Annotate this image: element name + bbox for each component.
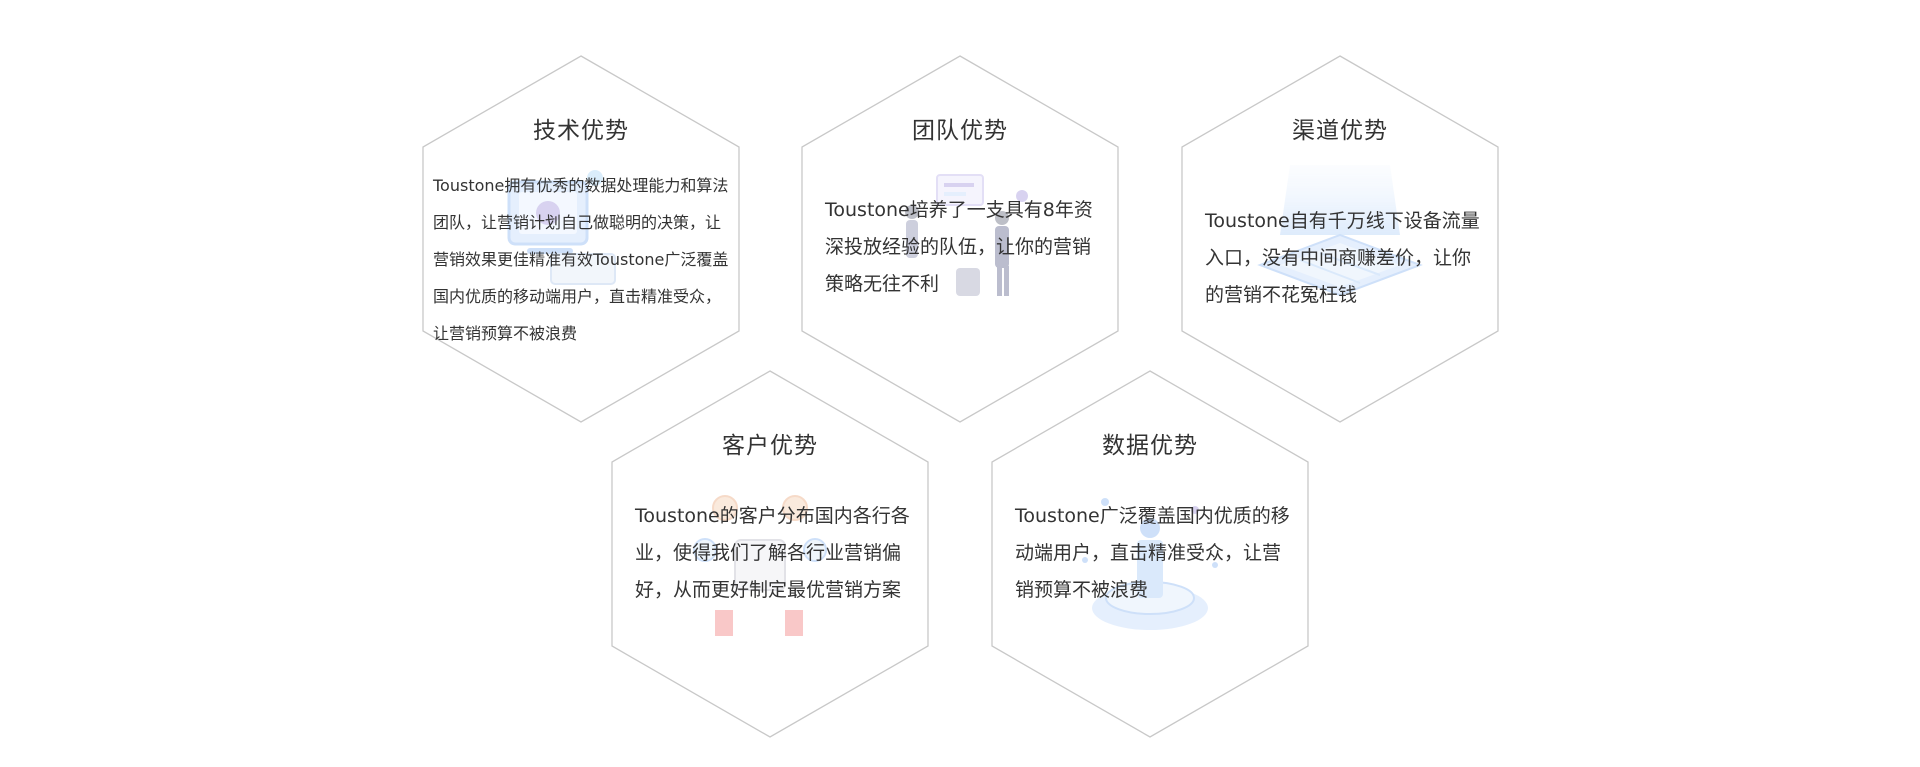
hex-description: Toustone培养了一支具有8年资深投放经验的队伍，让你的营销策略无往不利 (825, 199, 1093, 295)
hex-description: Toustone的客户分布国内各行各业，使得我们了解各行业营销偏好，从而更好制定… (635, 505, 910, 601)
hex-card-channel: 渠道优势 Toustone自有千万线下设备流量入口，没有中间商赚差价，让你的营销… (1180, 55, 1500, 423)
hex-description: Toustone自有千万线下设备流量入口，没有中间商赚差价，让你的营销不花冤枉钱 (1205, 210, 1480, 306)
hex-title: 客户优势 (722, 433, 818, 459)
hex-description: Toustone拥有优秀的数据处理能力和算法团队，让营销计划自己做聪明的决策，让… (433, 176, 729, 343)
hex-card-data: 数据优势 Toustone广泛覆盖国内优质的移动端用户，直击精准受众，让营销预算… (990, 370, 1310, 738)
hex-card-team: 团队优势 Toustone培养了一支具有8年资深投放经验的队伍，让你的营销策略无… (800, 55, 1120, 423)
hex-title: 技术优势 (533, 118, 629, 144)
hex-card-tech: 技术优势 Toustone拥有优秀的数据处理能力和算法团队，让营销计划自己做聪明… (421, 55, 741, 423)
hex-description: Toustone广泛覆盖国内优质的移动端用户，直击精准受众，让营销预算不被浪费 (1015, 505, 1290, 601)
hex-title: 数据优势 (1102, 433, 1198, 459)
hex-title: 渠道优势 (1292, 118, 1388, 144)
hex-title: 团队优势 (912, 118, 1008, 144)
hex-card-customer: 客户优势 Toustone的客户分布国内各行各业，使得我们了解各行业营销偏好，从… (610, 370, 930, 738)
